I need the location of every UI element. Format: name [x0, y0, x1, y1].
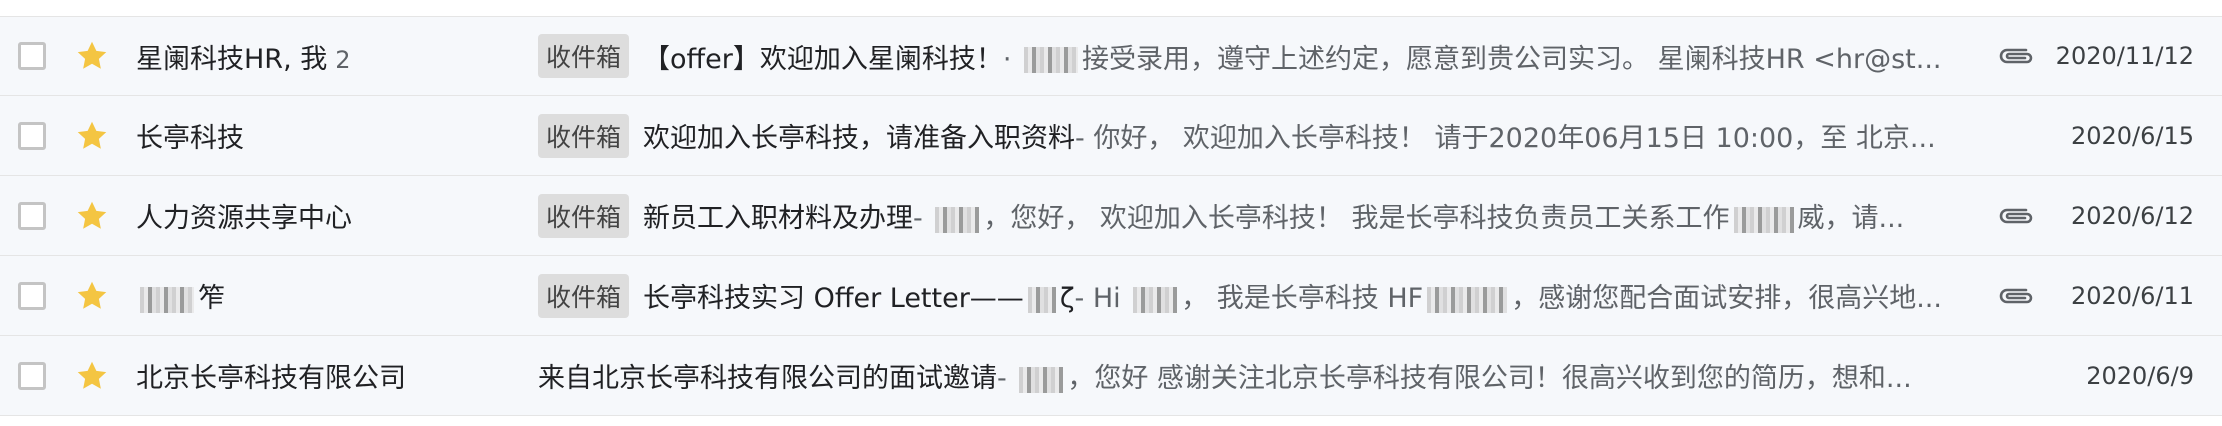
sender-name: 人力资源共享中心: [136, 203, 352, 234]
redacted-name: [1733, 206, 1794, 233]
star-icon[interactable]: [74, 278, 110, 314]
email-list: 星阑科技HR, 我2 收件箱 【offer】欢迎加入星阑科技！ · 接受录用，遵…: [0, 0, 2222, 426]
sender-name: 北京长亭科技有限公司: [136, 363, 406, 394]
email-row[interactable]: 长亭科技 收件箱 欢迎加入长亭科技，请准备入职资料 - 你好， 欢迎加入长亭科技…: [0, 96, 2222, 176]
email-preview: 收件箱 【offer】欢迎加入星阑科技！ · 接受录用，遵守上述约定，愿意到贵公…: [538, 34, 1968, 78]
email-subject: 新员工入职材料及办理: [643, 203, 914, 234]
redacted-name: [1133, 286, 1178, 313]
email-row[interactable]: 星阑科技HR, 我2 收件箱 【offer】欢迎加入星阑科技！ · 接受录用，遵…: [0, 16, 2222, 96]
select-checkbox[interactable]: [18, 361, 46, 390]
redacted-name: [935, 206, 980, 233]
email-row[interactable]: 北京长亭科技有限公司 来自北京长亭科技有限公司的面试邀请 - ，您好 感谢关注北…: [0, 336, 2222, 416]
inbox-label[interactable]: 收件箱: [538, 273, 630, 318]
inbox-label[interactable]: 收件箱: [538, 193, 630, 238]
email-row[interactable]: 人力资源共享中心 收件箱 新员工入职材料及办理 - ，您好， 欢迎加入长亭科技！…: [0, 176, 2222, 256]
star-icon[interactable]: [74, 358, 110, 394]
select-checkbox[interactable]: [18, 201, 46, 230]
email-snippet: - ，您好 感谢关注北京长亭科技有限公司！很高兴收到您的简历，想和...: [997, 363, 1912, 394]
sender-name: 笮: [136, 276, 516, 315]
redacted-name: [140, 286, 194, 313]
email-preview: 来自北京长亭科技有限公司的面试邀请 - ，您好 感谢关注北京长亭科技有限公司！很…: [538, 356, 1968, 395]
email-subject: 欢迎加入长亭科技，请准备入职资料: [643, 123, 1076, 154]
paperclip-icon: [1999, 288, 2033, 303]
redacted-name: [1427, 286, 1508, 313]
select-checkbox[interactable]: [18, 42, 46, 70]
email-snippet: · 接受录用，遵守上述约定，愿意到贵公司实习。 星阑科技HR <hr@st...: [1002, 43, 1942, 75]
redacted-name: [1027, 286, 1056, 313]
email-date: 2020/6/15: [2070, 121, 2194, 150]
email-subject: 长亭科技实习 Offer Letter—— ζ: [643, 283, 1075, 314]
sender-name: 长亭科技: [136, 123, 244, 154]
email-subject: 【offer】欢迎加入星阑科技！: [643, 43, 1003, 75]
email-date: 2020/6/11: [2070, 281, 2194, 310]
star-icon[interactable]: [74, 38, 110, 74]
thread-count: 2: [335, 45, 351, 74]
sender-name: 星阑科技HR, 我2: [136, 43, 351, 75]
inbox-label[interactable]: 收件箱: [538, 34, 630, 78]
email-preview: 收件箱 长亭科技实习 Offer Letter—— ζ - Hi ， 我是长亭科技…: [538, 273, 1968, 318]
email-snippet: - ，您好， 欢迎加入长亭科技！ 我是长亭科技负责员工关系工作 威，请...: [913, 203, 1905, 234]
email-preview: 收件箱 欢迎加入长亭科技，请准备入职资料 - 你好， 欢迎加入长亭科技！ 请于2…: [538, 113, 1968, 158]
paperclip-icon: [1999, 48, 2033, 64]
inbox-label[interactable]: 收件箱: [538, 113, 630, 158]
star-icon[interactable]: [74, 118, 110, 154]
email-date: 2020/6/9: [2086, 361, 2194, 390]
redacted-name: [1024, 47, 1079, 73]
email-row[interactable]: 笮 收件箱 长亭科技实习 Offer Letter—— ζ - Hi ， 我是长亭…: [0, 256, 2222, 336]
select-checkbox[interactable]: [18, 121, 46, 150]
redacted-name: [1019, 366, 1064, 393]
email-snippet: - 你好， 欢迎加入长亭科技！ 请于2020年06月15日 10:00，至 北京…: [1075, 123, 1936, 154]
email-snippet: - Hi ， 我是长亭科技 HF ，感谢您配合面试安排，很高兴地...: [1074, 283, 1942, 314]
paperclip-icon: [1999, 208, 2033, 223]
select-checkbox[interactable]: [18, 281, 46, 310]
email-preview: 收件箱 新员工入职材料及办理 - ，您好， 欢迎加入长亭科技！ 我是长亭科技负责…: [538, 193, 1968, 238]
email-date: 2020/11/12: [2055, 42, 2194, 70]
star-icon[interactable]: [74, 198, 110, 234]
email-date: 2020/6/12: [2070, 201, 2194, 230]
email-subject: 来自北京长亭科技有限公司的面试邀请: [538, 363, 997, 394]
